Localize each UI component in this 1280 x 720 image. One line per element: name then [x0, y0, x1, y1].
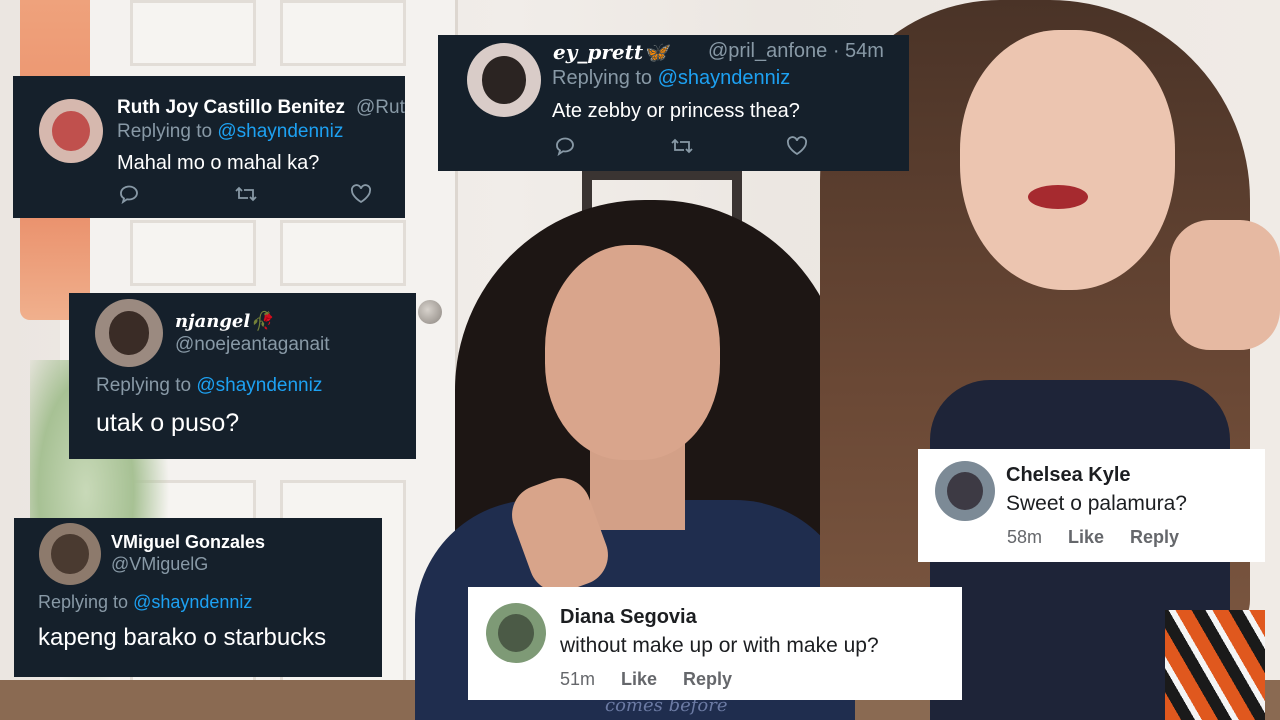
tweet-text: Ate zebby or princess thea? [552, 100, 800, 122]
replying-prefix: Replying to [117, 121, 218, 142]
mention-link[interactable]: @shayndenniz [196, 375, 322, 396]
display-name[interactable]: VMiguel Gonzales [111, 532, 265, 553]
avatar [467, 43, 541, 117]
comment-text: Sweet o palamura? [1006, 492, 1187, 515]
fb-comment-diana: Diana Segovia without make up or with ma… [468, 587, 962, 700]
tweet-card-eyprett: ey_prett🦋 @pril_anfone · 54m Replying to… [438, 35, 909, 171]
person-right-lips [1028, 185, 1088, 209]
mention-link[interactable]: @shayndenniz [217, 121, 343, 142]
commenter-name[interactable]: Chelsea Kyle [1006, 464, 1131, 487]
door-knob [418, 300, 442, 324]
comment-meta: 58m Like Reply [1007, 527, 1179, 548]
avatar [486, 603, 546, 663]
retweet-icon[interactable] [234, 184, 350, 210]
replying-prefix: Replying to [38, 592, 134, 612]
replying-prefix: Replying to [96, 375, 197, 396]
comment-time: 51m [560, 669, 596, 689]
fb-comment-chelsea: Chelsea Kyle Sweet o palamura? 58m Like … [918, 449, 1265, 562]
person-left-face [545, 245, 720, 460]
like-link[interactable]: Like [1068, 527, 1104, 548]
avatar [39, 523, 101, 585]
tweet-actions [118, 184, 405, 210]
person-right-face [960, 30, 1175, 290]
tweet-actions [554, 136, 902, 162]
comment-meta: 51m Like Reply [560, 669, 732, 690]
comment-time: 58m [1007, 527, 1043, 547]
heart-icon[interactable] [350, 184, 405, 210]
tweet-card-ruth: Ruth Joy Castillo Benitez @Rut Replying … [13, 76, 405, 218]
retweet-icon[interactable] [670, 136, 786, 162]
tweet-text: utak o puso? [96, 409, 240, 437]
mention-link[interactable]: @shayndenniz [133, 592, 252, 612]
reply-link[interactable]: Reply [683, 669, 732, 690]
avatar [95, 299, 163, 367]
like-link[interactable]: Like [621, 669, 657, 690]
handle[interactable]: @VMiguelG [111, 554, 208, 575]
tweet-card-njangel: njangel🥀 @noejeantaganait Replying to @s… [69, 293, 416, 459]
display-name[interactable]: Ruth Joy Castillo Benitez [117, 97, 345, 119]
mention-link[interactable]: @shayndenniz [658, 67, 791, 89]
tweet-text: Mahal mo o mahal ka? [117, 152, 320, 174]
replying-to-line: Replying to @shayndenniz [38, 592, 252, 613]
display-name[interactable]: ey_prett🦋 [553, 40, 668, 64]
reply-link[interactable]: Reply [1130, 527, 1179, 548]
replying-to-line: Replying to @shayndenniz [96, 375, 322, 397]
heart-icon[interactable] [786, 136, 902, 162]
person-right-hand [1170, 220, 1280, 350]
striped-clothing [1165, 610, 1265, 720]
tweet-card-vmiguel: VMiguel Gonzales @VMiguelG Replying to @… [14, 518, 382, 677]
replying-to-line: Replying to @shayndenniz [117, 121, 343, 143]
speech-bubble-icon[interactable] [118, 184, 234, 210]
tweet-text: kapeng barako o starbucks [38, 624, 327, 651]
comment-text: without make up or with make up? [560, 634, 879, 657]
handle[interactable]: @Rut [356, 97, 405, 119]
commenter-name[interactable]: Diana Segovia [560, 606, 697, 629]
handle[interactable]: @pril_anfone · 54m [708, 40, 884, 63]
avatar [39, 99, 103, 163]
replying-prefix: Replying to [552, 67, 658, 89]
display-name[interactable]: njangel🥀 [175, 311, 273, 332]
replying-to-line: Replying to @shayndenniz [552, 67, 790, 90]
handle[interactable]: @noejeantaganait [175, 334, 330, 356]
speech-bubble-icon[interactable] [554, 136, 670, 162]
avatar [935, 461, 995, 521]
